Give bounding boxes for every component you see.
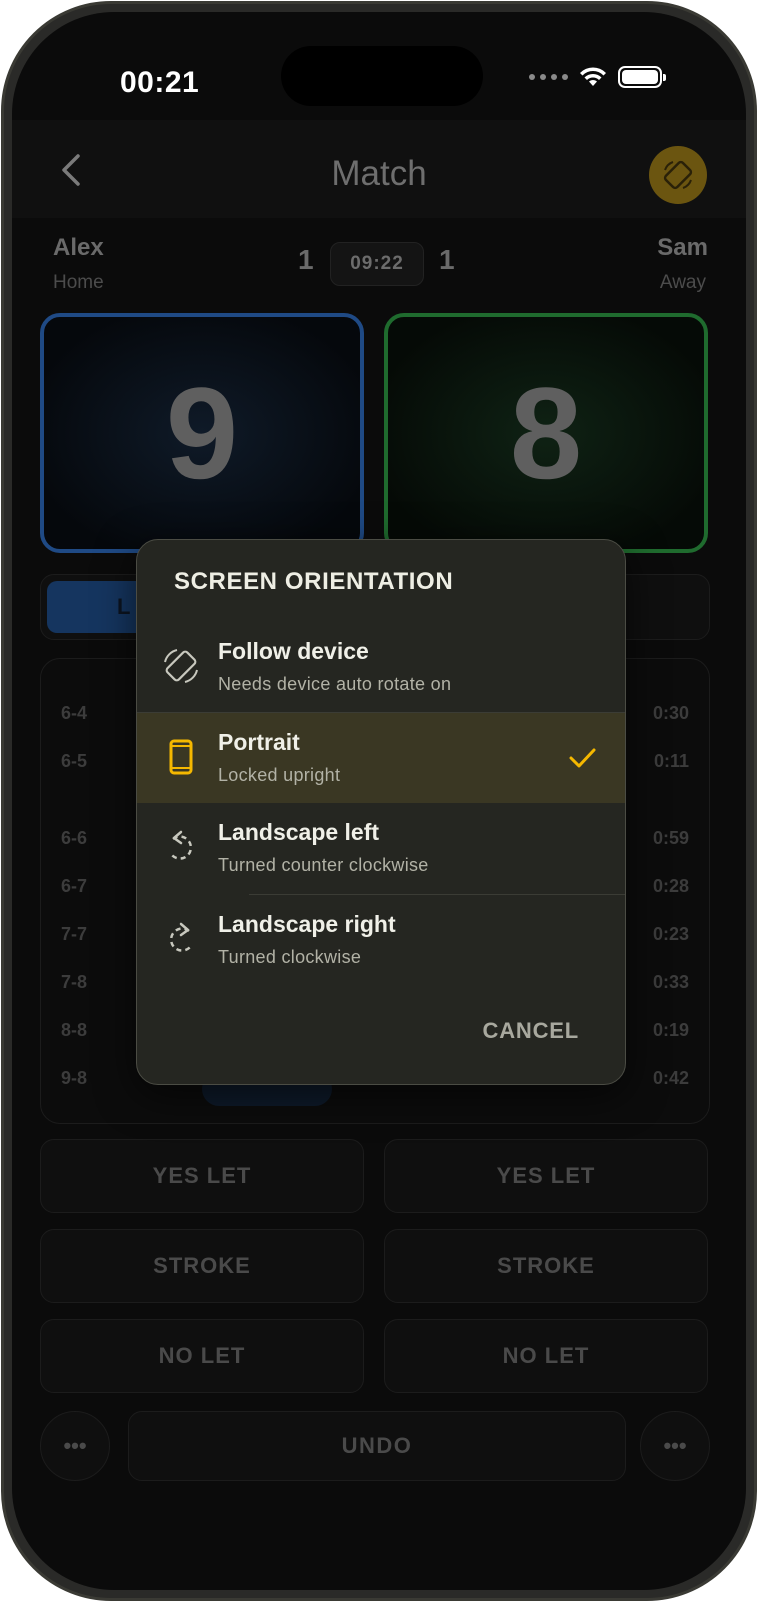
dynamic-island (281, 46, 483, 106)
option-description: Needs device auto rotate on (218, 674, 452, 694)
away-games: 1 (439, 244, 455, 275)
undo-button[interactable]: UNDO (128, 1411, 626, 1481)
option-description: Turned clockwise (218, 947, 362, 967)
option-label: Portrait (218, 729, 300, 755)
nav-bar: Match (12, 120, 746, 218)
checkmark-icon (567, 743, 597, 778)
home-player-role: Home (53, 272, 104, 293)
option-landscape-right[interactable]: Landscape right Turned clockwise (137, 895, 625, 985)
home-score-button[interactable]: 9 (40, 313, 364, 553)
away-yes-let-button[interactable]: YES LET (384, 1139, 708, 1213)
option-follow-device[interactable]: Follow device Needs device auto rotate o… (137, 622, 625, 712)
away-more-button[interactable]: ••• (640, 1411, 710, 1481)
away-stroke-button[interactable]: STROKE (384, 1229, 708, 1303)
home-no-let-button[interactable]: NO LET (40, 1319, 364, 1393)
option-label: Landscape left (218, 819, 380, 845)
option-label: Follow device (218, 638, 369, 664)
away-player-name: Sam (657, 234, 708, 261)
orientation-dialog: SCREEN ORIENTATION Follow device Needs d… (136, 539, 626, 1085)
home-more-button[interactable]: ••• (40, 1411, 110, 1481)
home-player-name: Alex (53, 234, 104, 261)
away-no-let-button[interactable]: NO LET (384, 1319, 708, 1393)
status-icons (529, 66, 666, 88)
home-stroke-button[interactable]: STROKE (40, 1229, 364, 1303)
rotate-left-icon (159, 825, 203, 869)
option-description: Locked upright (218, 765, 341, 785)
phone-frame: 00:21 Match Alex Home Sam Away 1 09:22 1… (1, 1, 757, 1601)
home-games: 1 (298, 244, 314, 275)
cellular-signal-icon (529, 74, 568, 80)
battery-icon (618, 66, 666, 88)
away-player-role: Away (659, 272, 706, 293)
screen: 00:21 Match Alex Home Sam Away 1 09:22 1… (12, 12, 746, 1590)
page-title: Match (331, 154, 427, 193)
option-label: Landscape right (218, 911, 396, 937)
screen-rotation-icon (159, 644, 203, 688)
option-description: Turned counter clockwise (218, 855, 429, 875)
match-timer: 09:22 (330, 242, 424, 286)
orientation-button[interactable] (649, 146, 707, 204)
option-landscape-left[interactable]: Landscape left Turned counter clockwise (137, 803, 625, 893)
dialog-title: SCREEN ORIENTATION (174, 568, 454, 595)
home-yes-let-button[interactable]: YES LET (40, 1139, 364, 1213)
away-score-button[interactable]: 8 (384, 313, 708, 553)
rotate-right-icon (159, 917, 203, 961)
phone-portrait-icon (159, 735, 203, 779)
wifi-icon (580, 67, 606, 86)
option-portrait[interactable]: Portrait Locked upright (137, 713, 625, 803)
cancel-button[interactable]: CANCEL (483, 1018, 579, 1044)
status-time: 00:21 (120, 66, 200, 99)
screen-rotation-icon (663, 160, 693, 190)
